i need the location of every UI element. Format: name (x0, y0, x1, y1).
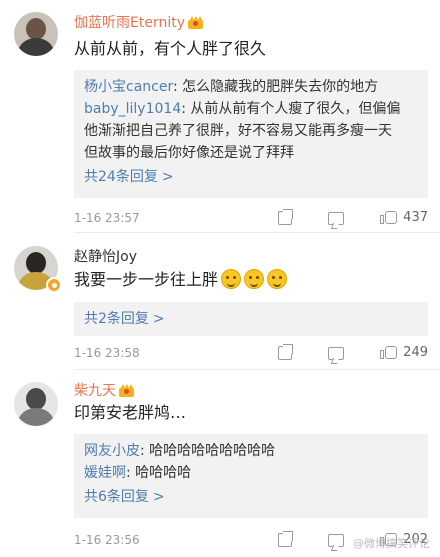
crown-icon (188, 16, 203, 29)
chevron-right-icon: > (152, 311, 165, 327)
reply-username[interactable]: 网友小皮 (84, 443, 140, 459)
comment-item: 伽蓝听雨Eternity 从前从前，有个人胖了很久 杨小宝cancer: 怎么隐… (0, 0, 440, 233)
comment-item: 赵静怡Joy 我要一步一步往上胖 共2条回复 > 1-16 23:58 249 (0, 233, 440, 370)
reply-line-continued: 他渐渐把自己养了很胖，好不容易又能再多瘦一天 (84, 123, 392, 139)
more-replies-link[interactable]: 共6条回复 > (84, 486, 165, 508)
like-icon[interactable] (380, 209, 398, 225)
reply-line: baby_lily1014: 从前从前有个人瘦了很久，但偏偏 (84, 101, 401, 117)
comment-icon[interactable] (328, 533, 345, 547)
comment-text: 我要一步一步往上胖 (74, 269, 288, 291)
emoji-icon (221, 269, 242, 289)
reply-box[interactable]: 共2条回复 > (74, 302, 428, 336)
emoji-icon (244, 269, 265, 289)
share-icon[interactable] (278, 346, 293, 360)
reply-username[interactable]: 杨小宝cancer (84, 79, 173, 95)
more-replies-link[interactable]: 共2条回复 > (84, 308, 165, 330)
reply-username[interactable]: 媛娃啊 (84, 465, 126, 481)
watermark: @微博搞笑评论 (353, 537, 430, 550)
vip-badge-icon (46, 277, 62, 293)
chevron-right-icon: > (161, 169, 174, 185)
share-icon[interactable] (278, 211, 293, 225)
comment-text: 印第安老胖鸠… (74, 403, 187, 422)
timestamp: 1-16 23:57 (74, 211, 140, 225)
comment-actions: 249 (278, 342, 428, 362)
reply-line: 媛娃啊: 哈哈哈哈 (84, 465, 192, 481)
share-icon[interactable] (278, 533, 293, 547)
timestamp: 1-16 23:56 (74, 533, 140, 547)
username[interactable]: 伽蓝听雨Eternity (74, 14, 203, 32)
reply-line-continued: 但故事的最后你好像还是说了拜拜 (84, 145, 294, 161)
avatar[interactable] (14, 382, 58, 426)
username[interactable]: 赵静怡Joy (74, 248, 137, 266)
comment-actions: 437 (278, 207, 428, 227)
comment-icon[interactable] (328, 211, 345, 225)
comment-item: 柴九天 印第安老胖鸠… 网友小皮: 哈哈哈哈哈哈哈哈哈 媛娃啊: 哈哈哈哈 共6… (0, 370, 440, 557)
chevron-right-icon: > (152, 489, 165, 505)
reply-line: 网友小皮: 哈哈哈哈哈哈哈哈哈 (84, 443, 276, 459)
reply-username[interactable]: baby_lily1014 (84, 101, 181, 117)
reply-line: 杨小宝cancer: 怎么隐藏我的肥胖失去你的地方 (84, 79, 379, 95)
emoji-icon (267, 269, 288, 289)
timestamp: 1-16 23:58 (74, 346, 140, 360)
more-replies-link[interactable]: 共24条回复 > (84, 166, 174, 188)
comment-text: 从前从前，有个人胖了很久 (74, 39, 267, 58)
reply-box[interactable]: 杨小宝cancer: 怎么隐藏我的肥胖失去你的地方 baby_lily1014:… (74, 70, 428, 198)
username[interactable]: 柴九天 (74, 382, 134, 400)
like-count: 249 (403, 344, 428, 360)
like-count: 437 (403, 209, 428, 225)
reply-box[interactable]: 网友小皮: 哈哈哈哈哈哈哈哈哈 媛娃啊: 哈哈哈哈 共6条回复 > (74, 434, 428, 518)
like-icon[interactable] (380, 344, 398, 360)
comment-icon[interactable] (328, 346, 345, 360)
avatar[interactable] (14, 12, 58, 56)
crown-icon (119, 384, 134, 397)
